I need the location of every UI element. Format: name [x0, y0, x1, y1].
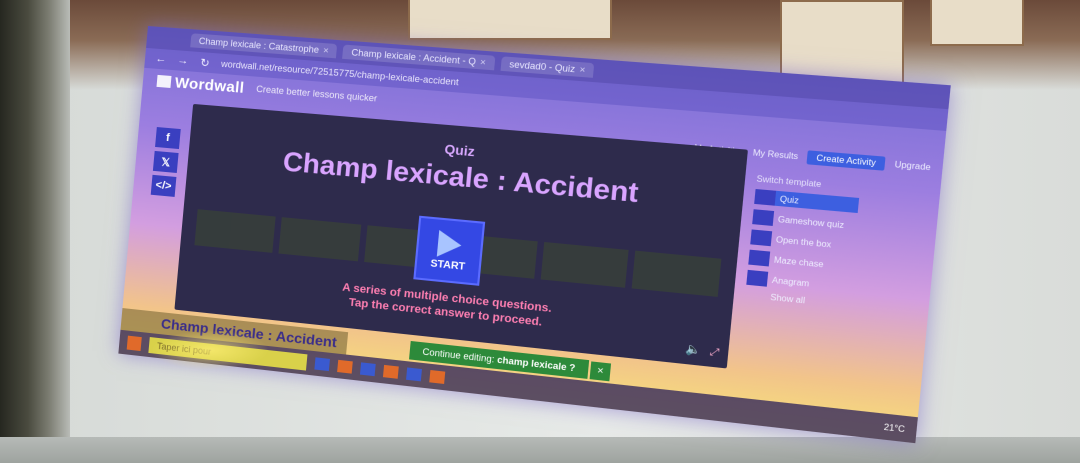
x-icon[interactable]: 𝕏: [152, 150, 179, 173]
taskbar-app-icon[interactable]: [429, 370, 446, 384]
taskbar-app-icon[interactable]: [359, 362, 376, 377]
play-icon: [436, 229, 463, 259]
template-quiz[interactable]: Quiz: [754, 188, 860, 214]
back-icon[interactable]: ←: [154, 53, 167, 66]
system-tray: 21°C: [883, 422, 917, 435]
taskbar-app-icon[interactable]: [314, 357, 330, 372]
nav-my-results[interactable]: My Results: [752, 148, 798, 161]
maze-icon: [748, 249, 771, 267]
forward-icon[interactable]: →: [176, 54, 189, 67]
start-button[interactable]: START: [413, 215, 486, 286]
taskbar-app-icon[interactable]: [382, 364, 399, 379]
social-share-bar: f 𝕏 </>: [150, 127, 181, 197]
anagram-icon: [746, 269, 769, 287]
continue-prefix: Continue editing:: [422, 346, 495, 365]
whiteboard-tray: [0, 437, 1080, 463]
close-icon[interactable]: ×: [480, 57, 487, 68]
facebook-icon[interactable]: f: [155, 127, 181, 150]
template-label: Open the box: [775, 234, 832, 250]
show-all-link[interactable]: Show all: [770, 292, 849, 309]
template-label: Anagram: [771, 274, 810, 289]
continue-name: champ lexicale ?: [496, 354, 576, 374]
template-label: Gameshow quiz: [777, 214, 845, 230]
whiteboard-frame: [0, 0, 70, 463]
template-anagram[interactable]: Anagram: [746, 269, 851, 295]
create-activity-button[interactable]: Create Activity: [806, 150, 886, 171]
wall-poster: [408, 0, 612, 40]
fullscreen-icon[interactable]: ⤢: [710, 346, 720, 359]
template-gameshow-quiz[interactable]: Gameshow quiz: [752, 209, 857, 233]
tab-label: Champ lexicale : Accident - Q: [350, 47, 477, 67]
tab-label: Champ lexicale : Catastrophe: [198, 35, 320, 55]
box-icon: [750, 229, 773, 247]
template-label: Quiz: [779, 193, 800, 206]
taskbar-app-icon[interactable]: [406, 367, 422, 382]
windows-start-icon[interactable]: [126, 335, 142, 352]
gameshow-icon: [752, 209, 775, 226]
switch-template-panel: Switch template Quiz Gameshow quiz Open …: [737, 174, 860, 387]
close-icon[interactable]: ×: [323, 45, 329, 56]
start-label: START: [429, 257, 466, 273]
wall-poster: [780, 0, 904, 84]
taskbar-app-icon[interactable]: [337, 359, 353, 374]
tab-label: sevdad0 - Quiz: [508, 58, 576, 75]
reload-icon[interactable]: ↻: [198, 56, 211, 70]
speaker-icon[interactable]: 🔈: [685, 342, 702, 357]
template-label: Maze chase: [773, 254, 825, 269]
embed-icon[interactable]: </>: [150, 174, 177, 197]
projector-glare: [150, 330, 270, 370]
wordwall-logo[interactable]: Wordwall: [156, 72, 245, 96]
close-icon[interactable]: ×: [589, 360, 612, 381]
quiz-icon: [754, 188, 777, 206]
logo-text: Wordwall: [174, 73, 245, 97]
upgrade-link[interactable]: Upgrade: [894, 160, 931, 173]
browser-tab[interactable]: sevdad0 - Quiz ×: [500, 56, 595, 78]
close-icon[interactable]: ×: [579, 64, 586, 75]
tagline: Create better lessons quicker: [255, 83, 378, 104]
weather-readout: 21°C: [883, 421, 906, 434]
wall-poster: [930, 0, 1024, 46]
logo-icon: [156, 74, 172, 88]
